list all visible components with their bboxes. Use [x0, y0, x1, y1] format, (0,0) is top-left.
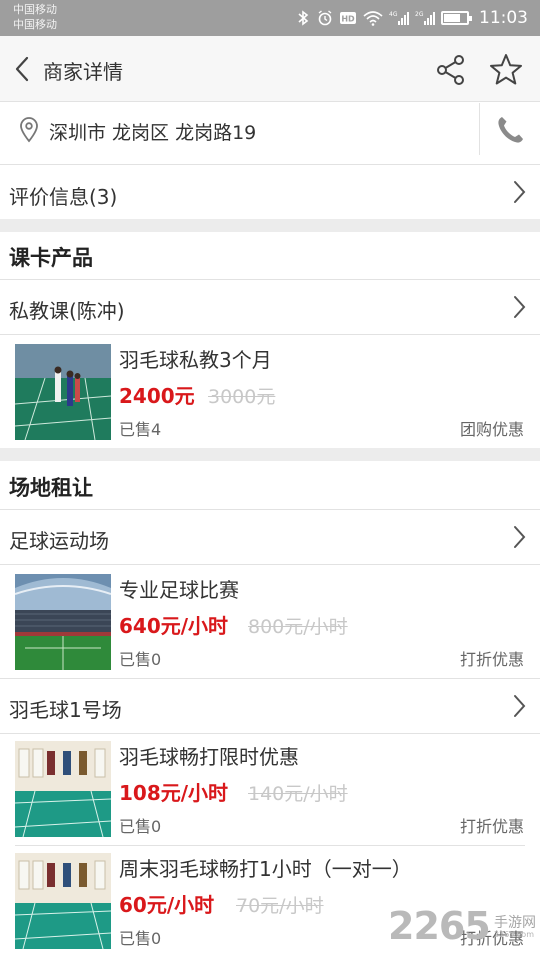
- product-thumbnail: [15, 741, 111, 837]
- product-item[interactable]: 羽毛球畅打限时优惠 108元/小时 140元/小时 已售0 打折优惠: [0, 731, 540, 843]
- product-name: 羽毛球畅打限时优惠: [119, 745, 299, 769]
- product-sold-count: 已售0: [119, 929, 162, 948]
- hd-icon: HD: [340, 12, 356, 24]
- watermark-text: 手游网: [494, 915, 536, 931]
- product-thumbnail: [15, 344, 111, 440]
- chevron-right-icon: [514, 181, 526, 203]
- product-original-price: 70元/小时: [236, 895, 324, 917]
- group-label: 私教课(陈冲): [9, 299, 125, 323]
- carrier-2: 中国移动: [13, 18, 57, 31]
- product-thumbnail: [15, 574, 111, 670]
- product-promo-tag: 打折优惠: [459, 650, 524, 669]
- product-sold-count: 已售4: [119, 420, 162, 439]
- status-icons: HD 4G 2G 11:03: [295, 7, 528, 29]
- group-label: 羽毛球1号场: [9, 698, 122, 722]
- group-label: 足球运动场: [9, 529, 109, 553]
- product-item[interactable]: 羽毛球私教3个月 2400元 3000元 已售4 团购优惠: [0, 334, 540, 446]
- course-section-header: 课卡产品: [0, 232, 540, 279]
- product-promo-tag: 团购优惠: [459, 420, 524, 439]
- chevron-right-icon: [514, 695, 526, 717]
- address-text[interactable]: 深圳市 龙岗区 龙岗路19: [49, 118, 256, 145]
- section-title: 场地租让: [9, 476, 93, 500]
- venue-section-header: 场地租让: [0, 461, 540, 509]
- svg-text:2G: 2G: [415, 11, 424, 18]
- group-row-private-coach[interactable]: 私教课(陈冲): [0, 280, 540, 334]
- product-price: 640元/小时: [119, 614, 229, 638]
- status-time: 11:03: [479, 8, 528, 28]
- product-sold-count: 已售0: [119, 817, 162, 836]
- product-item[interactable]: 专业足球比赛 640元/小时 800元/小时 已售0 打折优惠: [0, 564, 540, 676]
- app-bar: 商家详情: [0, 36, 540, 102]
- group-row-football-field[interactable]: 足球运动场: [0, 510, 540, 564]
- product-name: 专业足球比赛: [119, 578, 239, 602]
- reviews-row[interactable]: 评价信息(3): [0, 165, 540, 219]
- chevron-right-icon: [514, 526, 526, 548]
- battery-icon: [441, 11, 472, 25]
- location-pin-icon: [20, 117, 38, 143]
- product-original-price: 140元/小时: [248, 783, 348, 805]
- share-icon[interactable]: [434, 53, 468, 87]
- alarm-icon: [318, 10, 332, 26]
- product-name: 周末羽毛球畅打1小时（一对一）: [119, 857, 412, 881]
- watermark-url: 2265.com: [494, 930, 534, 939]
- page-title: 商家详情: [43, 60, 123, 84]
- product-price: 108元/小时: [119, 781, 229, 805]
- watermark-number: 2265: [388, 904, 491, 948]
- back-button[interactable]: [8, 54, 38, 84]
- section-title: 课卡产品: [9, 246, 93, 270]
- product-price: 60元/小时: [119, 893, 215, 917]
- signal-icon: 4G: [389, 11, 409, 25]
- star-outline-icon[interactable]: [488, 52, 524, 88]
- section-gap: [0, 219, 540, 232]
- phone-icon[interactable]: [493, 113, 527, 147]
- carrier-1: 中国移动: [13, 3, 57, 16]
- address-row: 深圳市 龙岗区 龙岗路19: [0, 103, 540, 165]
- wifi-icon: [363, 11, 383, 26]
- svg-text:4G: 4G: [389, 11, 398, 18]
- group-row-badminton-court-1[interactable]: 羽毛球1号场: [0, 679, 540, 733]
- product-original-price: 3000元: [208, 386, 276, 408]
- signal-icon: 2G: [415, 11, 435, 25]
- watermark-logo: 2265 手游网 2265.com: [388, 904, 538, 956]
- product-thumbnail: [15, 853, 111, 949]
- section-gap: [0, 448, 540, 461]
- bluetooth-icon: [298, 10, 309, 26]
- product-original-price: 800元/小时: [248, 616, 348, 638]
- product-sold-count: 已售0: [119, 650, 162, 669]
- reviews-label: 评价信息(3): [9, 185, 118, 209]
- product-price: 2400元: [119, 384, 195, 408]
- chevron-right-icon: [514, 296, 526, 318]
- product-name: 羽毛球私教3个月: [119, 348, 272, 372]
- carrier-info: 中国移动 中国移动: [13, 2, 57, 32]
- status-bar: 中国移动 中国移动 HD 4G 2G 11:03: [0, 0, 540, 36]
- svg-text:HD: HD: [341, 15, 355, 24]
- product-promo-tag: 打折优惠: [459, 817, 524, 836]
- divider: [479, 103, 480, 155]
